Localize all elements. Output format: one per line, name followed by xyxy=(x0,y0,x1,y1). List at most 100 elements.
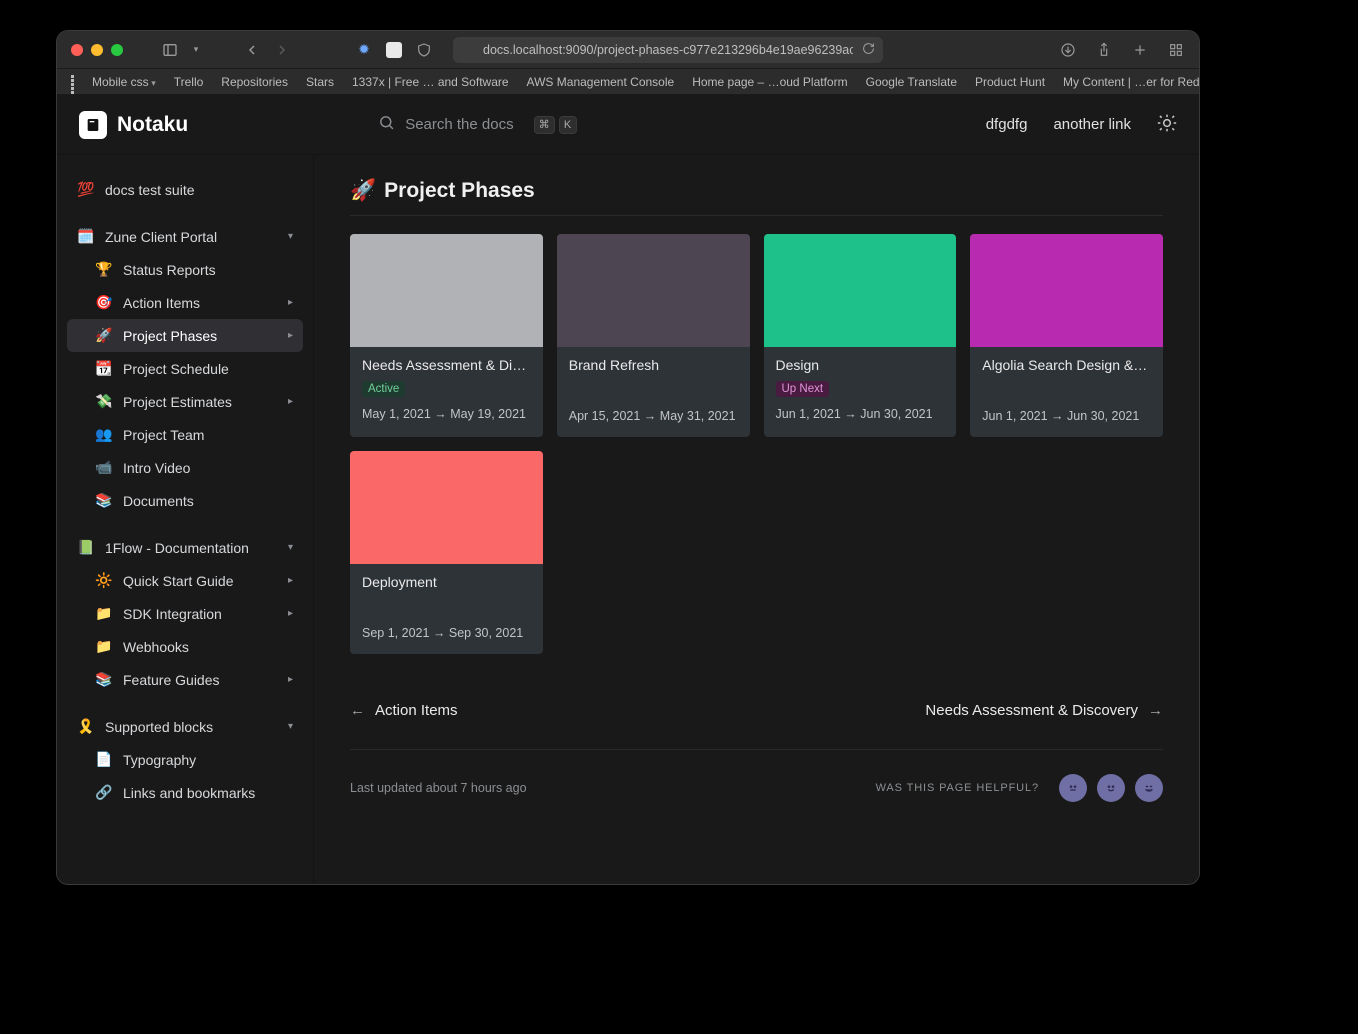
new-tab-icon[interactable] xyxy=(1131,41,1149,59)
bookmark-item[interactable]: AWS Management Console xyxy=(527,75,675,89)
sidebar-item-intro-video[interactable]: 📹 Intro Video xyxy=(67,451,303,484)
search-icon xyxy=(378,114,395,135)
card-cover xyxy=(970,234,1163,347)
feedback-faces xyxy=(1059,774,1163,802)
sidebar-item-label: Status Reports xyxy=(123,262,216,278)
chevron-down-icon[interactable]: ▾ xyxy=(191,41,201,59)
helpful-label: WAS THIS PAGE HELPFUL? xyxy=(876,782,1039,794)
sidebar-item-label: Intro Video xyxy=(123,460,190,476)
main-content[interactable]: 🚀 Project Phases Needs Assessment & Dis…… xyxy=(314,155,1199,884)
card-cover xyxy=(764,234,957,347)
sidebar-item-project-schedule[interactable]: 📆 Project Schedule xyxy=(67,352,303,385)
bookmark-item[interactable]: Trello xyxy=(174,75,204,89)
bookmark-item[interactable]: Stars xyxy=(306,75,334,89)
card-cover xyxy=(350,451,543,564)
emoji-icon: 📄 xyxy=(95,751,113,768)
search-box[interactable]: Search the docs ⌘ K xyxy=(378,114,576,135)
phase-card[interactable]: Brand Refresh Apr 15, 2021 → May 31, 202… xyxy=(557,234,750,437)
header-links: dfgdfg another link xyxy=(986,113,1177,137)
header-link[interactable]: dfgdfg xyxy=(986,116,1028,133)
phase-card[interactable]: Algolia Search Design & I… Jun 1, 2021 →… xyxy=(970,234,1163,437)
emoji-icon: 🎯 xyxy=(95,294,113,311)
extension-icon-2[interactable] xyxy=(385,41,403,59)
sidebar-item-sdk-integration[interactable]: 📁 SDK Integration ▸ xyxy=(67,597,303,630)
bookmark-item[interactable]: Mobile css xyxy=(92,75,156,89)
card-title: Deployment xyxy=(362,574,531,590)
sidebar-item-label: Typography xyxy=(123,752,196,768)
share-icon[interactable] xyxy=(1095,41,1113,59)
sidebar-section-zune[interactable]: 🗓️ Zune Client Portal ▾ xyxy=(67,220,303,253)
sidebar-section-1flow[interactable]: 📗 1Flow - Documentation ▾ xyxy=(67,531,303,564)
download-icon[interactable] xyxy=(1059,41,1077,59)
feedback-face-neutral[interactable] xyxy=(1059,774,1087,802)
feedback-face-great[interactable] xyxy=(1135,774,1163,802)
sidebar-item-typography[interactable]: 📄 Typography xyxy=(67,743,303,776)
sidebar-item-quick-start[interactable]: 🔆 Quick Start Guide ▸ xyxy=(67,564,303,597)
sidebar-item-links-bookmarks[interactable]: 🔗 Links and bookmarks xyxy=(67,776,303,809)
close-window-button[interactable] xyxy=(71,44,83,56)
emoji-icon: 🗓️ xyxy=(77,228,95,245)
sidebar-item-label: Feature Guides xyxy=(123,672,220,688)
extension-icon-1[interactable]: ✹ xyxy=(355,41,373,59)
minimize-window-button[interactable] xyxy=(91,44,103,56)
page-title-text: Project Phases xyxy=(384,179,535,203)
sidebar-item-webhooks[interactable]: 📁 Webhooks xyxy=(67,630,303,663)
bookmark-item[interactable]: Home page – …oud Platform xyxy=(692,75,847,89)
phase-card[interactable]: Design Up Next Jun 1, 2021 → Jun 30, 202… xyxy=(764,234,957,437)
sidebar-section-supported-blocks[interactable]: 🎗️ Supported blocks ▾ xyxy=(67,710,303,743)
phase-card[interactable]: Deployment Sep 1, 2021 → Sep 30, 2021 xyxy=(350,451,543,654)
emoji-icon: 📗 xyxy=(77,539,95,556)
chevron-down-icon: ▾ xyxy=(288,721,293,732)
shield-icon[interactable] xyxy=(415,41,433,59)
theme-toggle-icon[interactable] xyxy=(1157,113,1177,137)
sidebar-item-action-items[interactable]: 🎯 Action Items ▸ xyxy=(67,286,303,319)
pager-prev[interactable]: ← Action Items xyxy=(350,702,458,719)
emoji-icon: 💯 xyxy=(77,181,95,198)
card-dates: Jun 1, 2021 → Jun 30, 2021 xyxy=(776,407,945,421)
app-body: 💯 docs test suite 🗓️ Zune Client Portal … xyxy=(57,155,1199,884)
tab-overview-icon[interactable] xyxy=(1167,41,1185,59)
sidebar-root[interactable]: 💯 docs test suite xyxy=(67,173,303,206)
reload-icon[interactable] xyxy=(862,42,875,58)
phase-card[interactable]: Needs Assessment & Dis… Active May 1, 20… xyxy=(350,234,543,437)
page-title-emoji: 🚀 xyxy=(350,179,376,203)
emoji-icon: 📆 xyxy=(95,360,113,377)
sidebar-item-label: Action Items xyxy=(123,295,200,311)
sidebar[interactable]: 💯 docs test suite 🗓️ Zune Client Portal … xyxy=(57,155,314,884)
bookmark-item[interactable]: Repositories xyxy=(221,75,288,89)
sidebar-item-label: Links and bookmarks xyxy=(123,785,255,801)
chevron-right-icon: ▸ xyxy=(288,575,293,586)
sidebar-item-project-team[interactable]: 👥 Project Team xyxy=(67,418,303,451)
sidebar-root-label: docs test suite xyxy=(105,182,195,198)
sidebar-toggle-icon[interactable] xyxy=(161,41,179,59)
browser-window: ▾ ✹ docs.localhost:9090/project-phases-c… xyxy=(56,30,1200,885)
bookmark-item[interactable]: Product Hunt xyxy=(975,75,1045,89)
nav-forward-button[interactable] xyxy=(273,41,291,59)
card-title: Needs Assessment & Dis… xyxy=(362,357,531,373)
card-dates: Apr 15, 2021 → May 31, 2021 xyxy=(569,409,738,423)
url-bar[interactable]: docs.localhost:9090/project-phases-c977e… xyxy=(453,37,883,63)
maximize-window-button[interactable] xyxy=(111,44,123,56)
card-grid: Needs Assessment & Dis… Active May 1, 20… xyxy=(350,234,1163,654)
pager-next[interactable]: Needs Assessment & Discovery → xyxy=(925,702,1163,719)
bookmark-item[interactable]: 1337x | Free … and Software xyxy=(352,75,509,89)
bookmark-item[interactable]: My Content | …er for Reddit xyxy=(1063,75,1199,89)
apps-grid-icon[interactable] xyxy=(71,75,74,89)
arrow-right-icon: → xyxy=(1148,702,1163,719)
sidebar-item-project-estimates[interactable]: 💸 Project Estimates ▸ xyxy=(67,385,303,418)
bookmark-item[interactable]: Google Translate xyxy=(866,75,957,89)
header-link[interactable]: another link xyxy=(1053,116,1131,133)
emoji-icon: 🎗️ xyxy=(77,718,95,735)
sidebar-item-project-phases[interactable]: 🚀 Project Phases ▸ xyxy=(67,319,303,352)
chevron-right-icon: ▸ xyxy=(288,674,293,685)
sidebar-item-documents[interactable]: 📚 Documents xyxy=(67,484,303,517)
chevron-right-icon: ▸ xyxy=(288,330,293,341)
sidebar-item-feature-guides[interactable]: 📚 Feature Guides ▸ xyxy=(67,663,303,696)
sidebar-item-label: Webhooks xyxy=(123,639,189,655)
nav-back-button[interactable] xyxy=(243,41,261,59)
feedback-face-good[interactable] xyxy=(1097,774,1125,802)
sidebar-item-status-reports[interactable]: 🏆 Status Reports xyxy=(67,253,303,286)
brand-logo[interactable]: Notaku xyxy=(79,111,188,139)
brand-logo-icon xyxy=(79,111,107,139)
sidebar-item-label: SDK Integration xyxy=(123,606,222,622)
